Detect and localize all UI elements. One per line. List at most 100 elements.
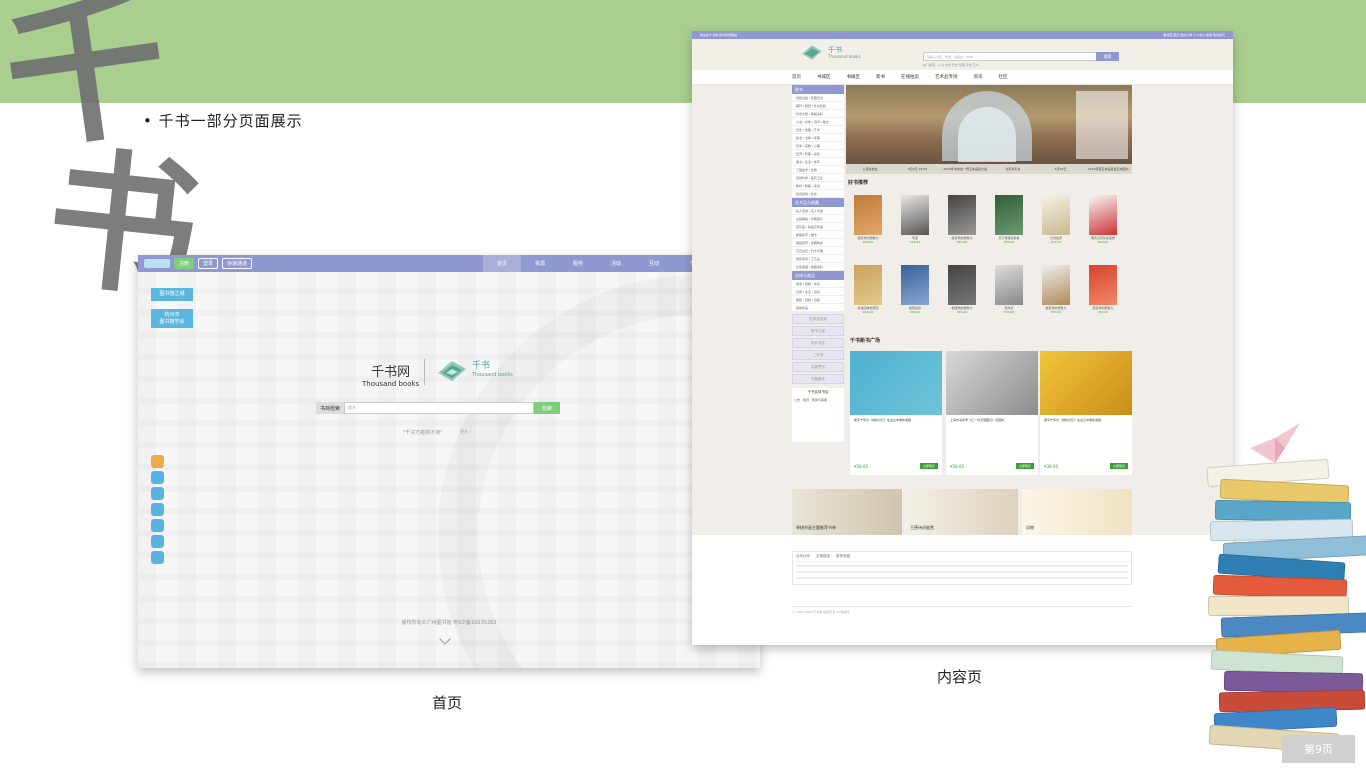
tab-interaction[interactable]: 互动 (635, 255, 673, 272)
car-icon[interactable] (151, 535, 164, 548)
search-input[interactable]: 题名 (344, 402, 535, 414)
footer-tab[interactable]: 合作伙伴 (796, 554, 810, 559)
side-promo-tile[interactable]: 新书上架 (792, 326, 844, 336)
sidebar-category-item[interactable]: 自然科学 / 医药卫生 (792, 174, 844, 182)
sidebar-category-item[interactable]: 教材 / 教辅 / 考试 (792, 182, 844, 190)
sidebar-category-item[interactable]: 线装古籍 / 民国旧书 (792, 94, 844, 102)
truck-icon[interactable] (151, 519, 164, 532)
sidebar-category-item[interactable]: 小说 / 文学 / 诗词 / 散文 (792, 118, 844, 126)
cart-icon[interactable] (151, 471, 164, 484)
book-cover[interactable] (995, 195, 1023, 235)
nav-item[interactable]: 资讯 (974, 74, 983, 80)
sidebar-category-item[interactable]: 哲学 / 宗教 / 心理 (792, 142, 844, 150)
footer-tab[interactable]: 友情链接 (816, 554, 830, 559)
tab-home[interactable]: 首页 (483, 255, 521, 272)
side-tab[interactable]: 规则 (803, 398, 809, 402)
nav-item[interactable]: 艺术品专场 (935, 74, 958, 80)
sidebar-category-item[interactable]: 期刊 / 报纸 / 外文原版 (792, 102, 844, 110)
nav-item[interactable]: 书城区 (817, 74, 831, 80)
tab-services[interactable]: 服务 (559, 255, 597, 272)
content-search-input[interactable]: 请输入书名、作者、出版社、ISBN (923, 52, 1119, 61)
content-search-button[interactable]: 搜索 (1096, 52, 1119, 61)
event-tab[interactable]: 上海书友会 (846, 164, 894, 174)
tab-events[interactable]: 活动 (597, 255, 635, 272)
buy-button[interactable]: 立即购买 (1109, 463, 1128, 469)
login-button[interactable]: 登录 (198, 258, 219, 269)
home-icon[interactable] (151, 455, 164, 468)
buy-button[interactable]: 立即购买 (919, 463, 938, 469)
sidebar-category-item[interactable]: 摄影家具 / 工艺品 (792, 255, 844, 263)
nav-item[interactable]: 首页 (792, 74, 801, 80)
sidebar-category-item[interactable]: 连环画 / 版画宣传画 (792, 223, 844, 231)
sidebar-category-item[interactable]: 笔墨 / 纸砚 / 文房 (792, 280, 844, 288)
sidebar-category-item[interactable]: 科学文献 / 教辅资料 (792, 110, 844, 118)
sidebar-category-item[interactable]: 邮票钱币 / 磁卡 (792, 231, 844, 239)
sidebar-category-item[interactable]: 其他商品 (792, 304, 844, 312)
sidebar-category-item[interactable]: 服装 / 鞋帽 / 包袋 (792, 296, 844, 304)
sidebar-category-item[interactable]: 历史 / 地理 / 艺术 (792, 126, 844, 134)
edit-icon[interactable] (151, 487, 164, 500)
promo-strip[interactable]: 琴棋书画主题推荐书单 (792, 489, 902, 535)
book-cover[interactable] (901, 265, 929, 305)
hero-banner-image[interactable] (846, 85, 1132, 164)
sidebar-category-item[interactable]: 玉石古玩 / 竹木牙雕 (792, 247, 844, 255)
library-city-button[interactable]: 图书馆之城 (151, 288, 193, 301)
sidebar-category-item[interactable]: 政治 / 法律 / 军事 (792, 134, 844, 142)
sidebar-category-item[interactable]: 名人墨迹 / 名人手迹 (792, 207, 844, 215)
page-number-button[interactable]: 第9页 (1282, 735, 1355, 763)
nav-item[interactable]: 新书 (876, 74, 885, 80)
quick-access-button[interactable]: 快速通道 (222, 258, 253, 269)
hot-search-words[interactable]: 热门搜索：小说 文学 历史 经典 哲学 艺术 (923, 63, 979, 67)
sidebar-category-item[interactable]: 经济 / 管理 / 综合 (792, 150, 844, 158)
side-promo-tile[interactable]: 古籍善本 (792, 374, 844, 384)
new-book-card[interactable]: 梁宇宁专访《城的记忆》在设立中重新发掘 ¥38.00 立即购买 (850, 351, 942, 475)
shield-icon[interactable] (151, 503, 164, 516)
side-promo-tile[interactable]: 名家签名 (792, 362, 844, 372)
side-tab[interactable]: 帮助与客服 (812, 398, 827, 402)
small-logo[interactable] (144, 259, 170, 268)
sidebar-category-item[interactable]: 童书 / 生活 / 体育 (792, 158, 844, 166)
buy-button[interactable]: 立即购买 (1015, 463, 1034, 469)
side-promo-tile[interactable]: 艺术品拍卖 (792, 314, 844, 324)
book-cover[interactable] (1089, 265, 1117, 305)
book-cover[interactable] (901, 195, 929, 235)
more-link[interactable]: 更多 » (460, 429, 472, 435)
new-book-card[interactable]: 上海市书评学《江一切无限图引》诗结构 ¥38.00 立即购买 (946, 351, 1038, 475)
book-cover[interactable] (1089, 195, 1117, 235)
book-cover[interactable] (854, 195, 882, 235)
card-text: 上海市书评学《江一切无限图引》诗结构 (950, 418, 1005, 422)
register-button[interactable]: 注册 (174, 258, 195, 269)
book-cover[interactable] (995, 265, 1023, 305)
nav-item[interactable]: 在线拍卖 (901, 74, 919, 80)
book-cover[interactable] (1042, 195, 1070, 235)
nav-item[interactable]: 社区 (999, 74, 1008, 80)
nav-item[interactable]: 书摊区 (847, 74, 861, 80)
book-cover[interactable] (948, 195, 976, 235)
sidebar-category-item[interactable]: 工程技术 / 生物 (792, 166, 844, 174)
topbar-links[interactable]: 图书馆 首页 我的订单 个人中心 客服 联系我们 (1163, 33, 1225, 37)
event-tab[interactable]: 5月2日 18:00 (894, 164, 942, 174)
sidebar-category-item[interactable]: 铜钱纸币 / 瓷器陶瓷 (792, 239, 844, 247)
sidebar-category-item[interactable]: 综合其他 / 杂志 (792, 190, 844, 198)
side-tab[interactable]: 公告 (794, 398, 800, 402)
search-button[interactable]: 检索 (534, 402, 561, 414)
library-society-button[interactable]: 杭州市 图书馆学会 (151, 309, 193, 328)
promo-strip[interactable]: 王德诗词鉴赏 (906, 489, 1018, 535)
tab-resources[interactable]: 资源 (521, 255, 559, 272)
book-cover[interactable] (948, 265, 976, 305)
promo-strip[interactable]: 风物 (1022, 489, 1132, 535)
side-promo-tile[interactable]: 特价专区 (792, 338, 844, 348)
sidebar-category-item[interactable]: 日用 / 生活 / 百货 (792, 288, 844, 296)
sidebar-category-item[interactable]: 红色收藏 / 收藏资料 (792, 263, 844, 271)
sidebar-category-item[interactable]: 古籍碑帖 / 印刷拓片 (792, 215, 844, 223)
book-cover[interactable] (854, 265, 882, 305)
wallet-icon[interactable] (151, 551, 164, 564)
event-tab[interactable]: 2019年书友会一周五本品鉴大会 (941, 164, 989, 174)
side-promo-tile[interactable]: 二手书 (792, 350, 844, 360)
event-tab[interactable]: 北京书平台 (989, 164, 1037, 174)
book-cover[interactable] (1042, 265, 1070, 305)
new-book-card[interactable]: 梁宇宁专访《城的记忆》在设立中重新发掘 ¥38.00 立即购买 (1040, 351, 1132, 475)
footer-tab[interactable]: 推荐收藏 (836, 554, 850, 559)
event-tab[interactable]: 5月22日 (1037, 164, 1085, 174)
event-tab[interactable]: 2019年度五本品鉴会五本图书 (1084, 164, 1132, 174)
